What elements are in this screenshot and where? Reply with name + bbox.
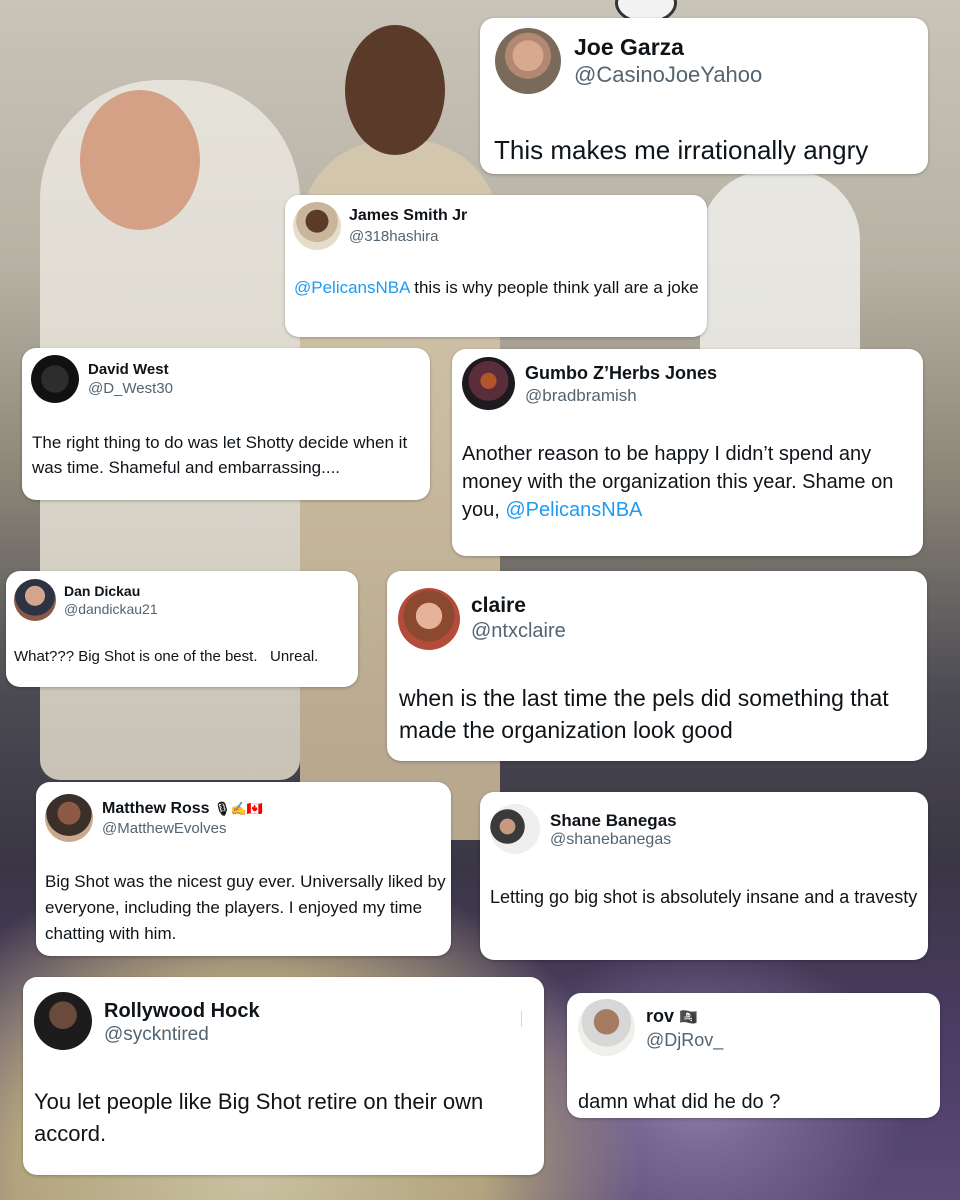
tweet-author-name: Dan Dickau [64,583,141,599]
tweet-author-name: Gumbo Z’Herbs Jones [525,363,718,383]
tweet-text: Letting go big shot is absolutely insane… [490,887,918,907]
tan-suit-man-head [345,25,445,155]
avatar [14,579,56,621]
tweet-author-name-text: Matthew Ross [102,800,210,817]
avatar [398,588,460,650]
tweet-handle[interactable]: @CasinoJoeYahoo [574,62,762,88]
tweet-card-claire[interactable]: claire @ntxclaire when is the last time … [387,571,927,761]
tweet-text: Another reason to be happy I didn’t spen… [462,440,917,524]
tweet-card-matthew-ross[interactable]: Matthew Ross 🎙✍🇨🇦 @MatthewEvolves Big Sh… [36,782,451,956]
tweet-author-name: Rollywood Hock [104,1000,260,1022]
avatar [293,202,341,250]
tweet-handle[interactable]: @syckntired [104,1024,209,1046]
background-man-figure [700,170,860,370]
tweet-card-joe-garza[interactable]: Joe Garza @CasinoJoeYahoo This makes me … [480,18,928,174]
tweet-author-name: David West [88,361,169,378]
avatar [31,355,79,403]
tweet-text: The right thing to do was let Shotty dec… [32,433,408,477]
mention-link-pelicansnba[interactable]: @PelicansNBA [505,499,642,521]
tweet-card-shane-banegas[interactable]: Shane Banegas @shanebanegas Letting go b… [480,792,928,960]
avatar [45,794,93,842]
tweet-text: @PelicansNBA this is why people think ya… [294,275,700,300]
tweet-handle[interactable]: @MatthewEvolves [102,820,226,837]
tweet-handle[interactable]: @bradbramish [525,386,637,406]
tweet-author-name: Shane Banegas [550,811,677,830]
tweet-text: when is the last time the pels did somet… [399,685,889,743]
tweet-handle[interactable]: @shanebanegas [550,831,671,849]
tweet-text: You let people like Big Shot retire on t… [34,1089,484,1146]
divider [521,1011,522,1027]
tweet-card-rollywood-hock[interactable]: Rollywood Hock @syckntired You let peopl… [23,977,544,1175]
tweet-author-name: claire [471,594,526,617]
avatar [462,357,515,410]
tweet-card-dan-dickau[interactable]: Dan Dickau @dandickau21 What??? Big Shot… [6,571,358,687]
tweet-author-name: Matthew Ross 🎙✍🇨🇦 [102,800,263,818]
avatar [34,992,92,1050]
tweet-text-body: this is why people think yall are a joke [409,278,699,297]
man-head [80,90,200,230]
tweet-handle[interactable]: @318hashira [349,228,438,245]
avatar [495,28,561,94]
tweet-text: What??? Big Shot is one of the best. Unr… [14,648,319,665]
tweet-handle[interactable]: @dandickau21 [64,601,158,617]
tweet-text: This makes me irrationally angry [494,135,869,165]
tweet-text: Big Shot was the nicest guy ever. Univer… [45,872,446,943]
mention-link-pelicansnba[interactable]: @PelicansNBA [294,278,410,297]
name-emoji: 🎙✍🇨🇦 [214,801,263,816]
tweet-author-name: rov 🏴‍☠️ [646,1006,698,1027]
tweet-author-name: James Smith Jr [349,207,468,224]
tweet-card-rov[interactable]: rov 🏴‍☠️ @DjRov_ damn what did he do ? [567,993,940,1118]
tweet-handle[interactable]: @DjRov_ [646,1030,723,1051]
tweet-author-name-text: rov [646,1006,675,1026]
tweet-card-gumbo-zherbs-jones[interactable]: Gumbo Z’Herbs Jones @bradbramish Another… [452,349,923,556]
tweet-handle[interactable]: @ntxclaire [471,620,566,643]
name-emoji: 🏴‍☠️ [679,1009,698,1026]
avatar [490,804,540,854]
tweet-card-david-west[interactable]: David West @D_West30 The right thing to … [22,348,430,500]
tweet-author-name: Joe Garza [574,34,684,60]
tweet-text: damn what did he do ? [578,1091,781,1113]
avatar [578,999,635,1056]
tweet-card-james-smith-jr[interactable]: James Smith Jr @318hashira @PelicansNBA … [285,195,707,337]
tweet-handle[interactable]: @D_West30 [88,380,173,397]
